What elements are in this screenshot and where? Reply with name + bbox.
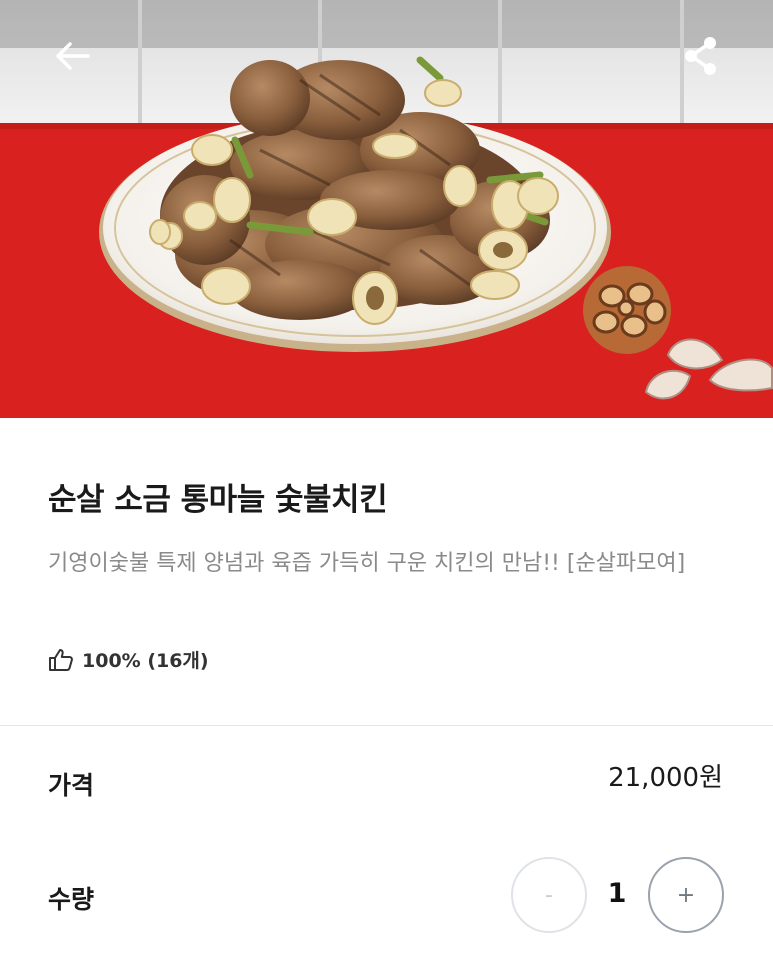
share-button[interactable]	[675, 30, 727, 82]
price-value: 21,000원	[608, 763, 723, 793]
product-title: 순살 소금 통마늘 숯불치킨	[48, 482, 388, 518]
price-label: 가격	[48, 771, 95, 800]
product-hero-image	[0, 0, 773, 418]
thumbs-up-icon	[49, 648, 73, 671]
section-divider	[0, 725, 773, 726]
quantity-increase-button[interactable]: +	[648, 857, 724, 933]
quantity-label: 수량	[48, 885, 95, 914]
rating[interactable]: 100% (16개)	[48, 646, 209, 673]
rating-text: 100% (16개)	[82, 650, 209, 672]
product-info: 순살 소금 통마늘 숯불치킨 기영이숯불 특제 양념과 육즙 가득히 구운 치킨…	[0, 418, 773, 724]
quantity-decrease-button[interactable]: -	[511, 857, 587, 933]
share-icon	[685, 37, 716, 75]
back-button[interactable]	[46, 30, 98, 82]
hero-photo	[0, 0, 773, 418]
product-description: 기영이숯불 특제 양념과 육즙 가득히 구운 치킨의 만남!! [순살파모여]	[48, 551, 686, 576]
arrow-left-icon	[56, 42, 90, 70]
quantity-value: 1	[607, 878, 627, 909]
